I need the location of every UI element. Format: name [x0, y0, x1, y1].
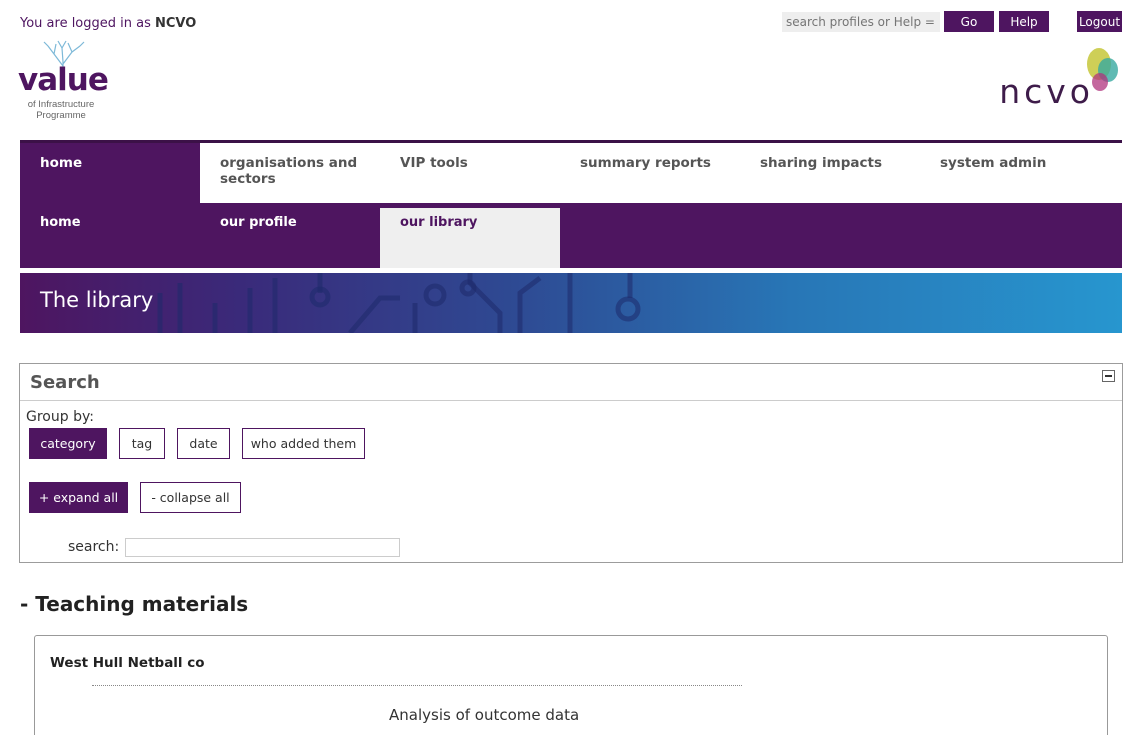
main-navigation: home organisations and sectors VIP tools su…: [20, 140, 1122, 204]
nav-tab-system-admin[interactable]: system admin: [920, 143, 1100, 204]
group-by-date-button[interactable]: date: [177, 428, 230, 459]
search-panel: Search Group by: category tag date who a…: [19, 363, 1123, 563]
library-item-title[interactable]: Analysis of outcome data: [389, 706, 579, 724]
library-item-card: West Hull Netball co Analysis of outcome…: [34, 635, 1108, 735]
library-search-input[interactable]: [125, 538, 400, 557]
profile-search-input[interactable]: [782, 11, 940, 32]
value-logo-subtitle: of Infrastructure Programme: [27, 99, 95, 121]
collapse-panel-icon[interactable]: [1102, 370, 1115, 382]
logout-button[interactable]: Logout: [1077, 11, 1122, 32]
page-banner: The library: [20, 273, 1122, 333]
go-button[interactable]: Go: [944, 11, 994, 32]
login-user: NCVO: [155, 16, 197, 31]
nav-tab-sharing-impacts[interactable]: sharing impacts: [740, 143, 920, 204]
group-by-who-added-button[interactable]: who added them: [242, 428, 365, 459]
help-button[interactable]: Help: [999, 11, 1049, 32]
nav-tab-summary-reports[interactable]: summary reports: [560, 143, 740, 204]
value-logo-word: value: [18, 62, 109, 98]
nav-tab-vip-tools[interactable]: VIP tools: [380, 143, 560, 204]
nav-tab-organisations-and-sectors[interactable]: organisations and sectors: [200, 143, 380, 204]
login-status: You are logged in as NCVO: [20, 16, 196, 31]
search-panel-title: Search: [20, 364, 1122, 401]
nav-tab-home[interactable]: home: [20, 143, 200, 204]
subnav-tab-home[interactable]: home: [20, 203, 200, 268]
sub-navigation: home our profile our library: [20, 203, 1122, 268]
page-title: The library: [40, 288, 154, 312]
collapse-all-button[interactable]: - collapse all: [140, 482, 241, 513]
card-divider: [92, 685, 742, 686]
group-by-tag-button[interactable]: tag: [119, 428, 165, 459]
search-label: search:: [68, 539, 120, 555]
login-prefix: You are logged in as: [20, 16, 156, 31]
value-logo[interactable]: value of Infrastructure Programme: [18, 40, 109, 122]
expand-all-button[interactable]: + expand all: [29, 482, 128, 513]
top-toolbar: Go Help Logout: [782, 11, 1122, 32]
section-heading[interactable]: - Teaching materials: [20, 592, 248, 616]
subnav-tab-our-library[interactable]: our library: [380, 208, 560, 268]
group-by-label: Group by:: [26, 409, 94, 425]
card-organisation: West Hull Netball co: [50, 655, 205, 671]
group-by-category-button[interactable]: category: [29, 428, 107, 459]
ncvo-logo-word: ncvo: [999, 72, 1094, 111]
ncvo-logo[interactable]: ncvo: [982, 46, 1122, 116]
circuit-pattern-icon: [157, 273, 641, 333]
subnav-tab-our-profile[interactable]: our profile: [200, 203, 380, 268]
